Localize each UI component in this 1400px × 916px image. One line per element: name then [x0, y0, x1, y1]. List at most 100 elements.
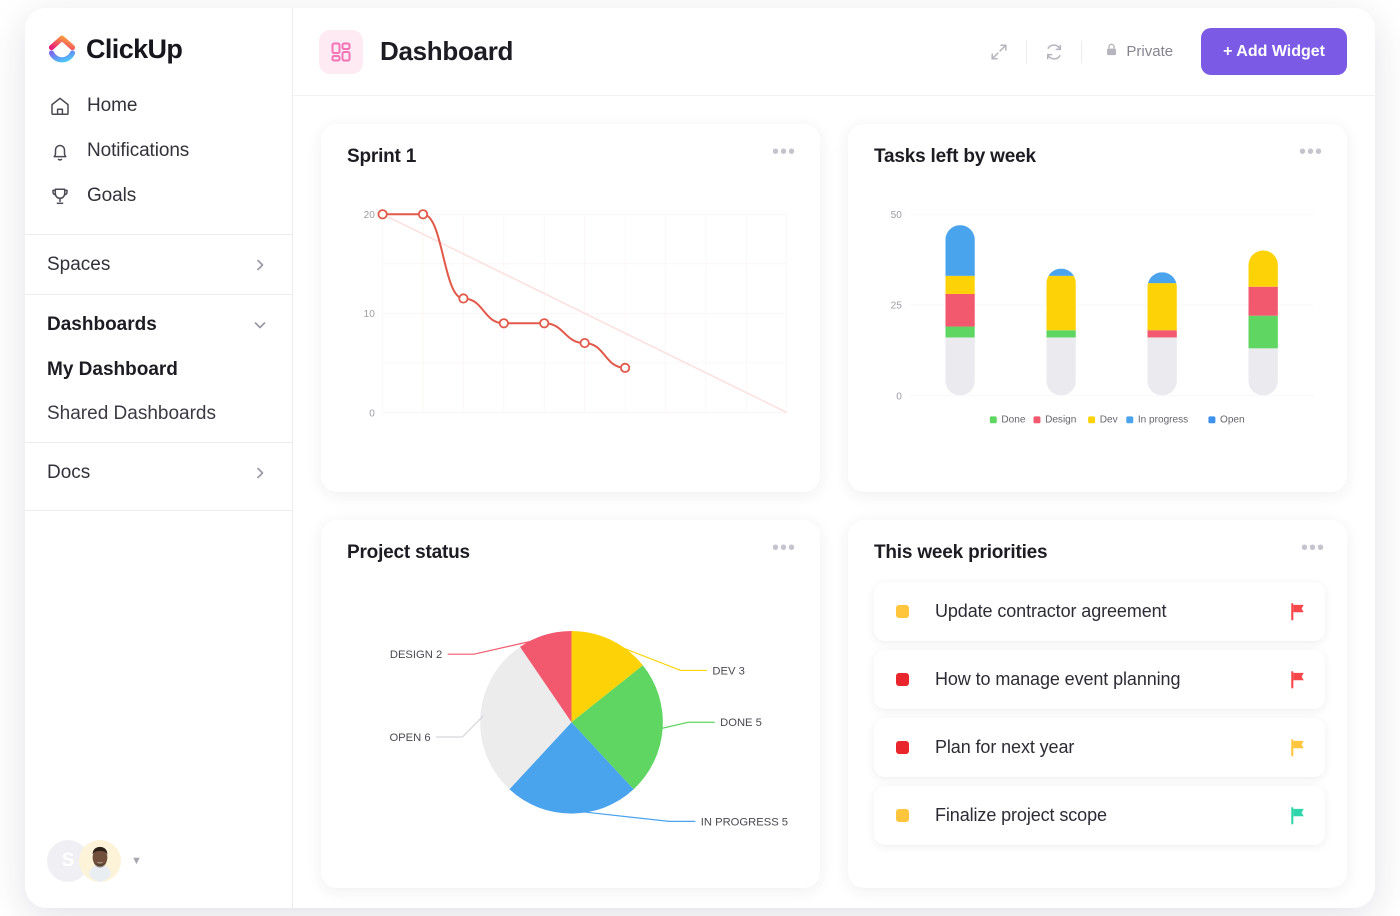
svg-text:10: 10: [364, 309, 376, 320]
expand-arrows-icon[interactable]: [980, 33, 1018, 71]
pie-chart: DEV 3 DONE 5 IN PROGRESS 5 OPEN 6 DESIGN 2: [389, 630, 788, 828]
divider: [1026, 40, 1028, 63]
top-bar-actions: Private + Add Widget: [980, 28, 1347, 75]
svg-text:50: 50: [891, 210, 903, 221]
app-window: ClickUp Home Notifications Goals Spaces …: [25, 8, 1375, 908]
status-square-icon: [896, 741, 909, 754]
flag-icon[interactable]: [1288, 738, 1307, 757]
svg-text:OPEN 6: OPEN 6: [389, 732, 430, 744]
sidebar-section-dashboards[interactable]: Dashboards: [25, 301, 292, 348]
priority-label: Update contractor agreement: [935, 601, 1167, 621]
flag-icon[interactable]: [1288, 602, 1307, 621]
svg-text:Dev: Dev: [1100, 415, 1118, 426]
chevron-right-icon: [252, 257, 268, 273]
top-bar: Dashboard Private + Add Widget: [293, 8, 1375, 96]
more-options-icon[interactable]: •••: [1299, 142, 1323, 162]
primary-nav: Home Notifications Goals: [25, 65, 292, 228]
priority-row[interactable]: Finalize project scope: [874, 786, 1325, 845]
more-options-icon[interactable]: •••: [1301, 538, 1325, 558]
chevron-down-icon: [252, 317, 268, 333]
flag-icon[interactable]: [1288, 670, 1307, 689]
clickup-logo-icon: [47, 35, 77, 65]
sidebar-section-label: Dashboards: [47, 313, 157, 335]
svg-text:DONE 5: DONE 5: [720, 717, 762, 729]
svg-text:Done: Done: [1001, 415, 1025, 426]
priority-row[interactable]: Plan for next year: [874, 718, 1325, 777]
widget-this-week-priorities: This week priorities ••• Update contract…: [848, 520, 1347, 888]
sidebar-subitem-label: My Dashboard: [47, 359, 178, 380]
priority-list: Update contractor agreement How to manage…: [874, 582, 1325, 845]
refresh-icon[interactable]: [1035, 33, 1073, 71]
priority-label: Plan for next year: [935, 737, 1075, 757]
widget-tasks-left-by-week: Tasks left by week ••• 0 25 50 Done Design De…: [848, 124, 1347, 492]
add-widget-button[interactable]: + Add Widget: [1201, 28, 1347, 75]
widget-sprint-burndown: Sprint 1 ••• 0 10 20: [321, 124, 820, 492]
sidebar-item-my-dashboard[interactable]: My Dashboard: [25, 348, 292, 392]
sidebar-item-label: Notifications: [87, 139, 190, 161]
privacy-status[interactable]: Private: [1090, 42, 1187, 61]
status-square-icon: [896, 605, 909, 618]
caret-down-icon[interactable]: ▼: [131, 855, 142, 867]
more-options-icon[interactable]: •••: [772, 538, 796, 558]
home-icon: [49, 95, 71, 117]
widget-grid: Sprint 1 ••• 0 10 20 Tasks left by week ••…: [321, 124, 1347, 888]
svg-text:DEV 3: DEV 3: [712, 665, 744, 677]
page-title: Dashboard: [380, 36, 514, 66]
svg-text:Open: Open: [1220, 415, 1245, 426]
sidebar-subitem-label: Shared Dashboards: [47, 403, 216, 424]
svg-text:0: 0: [896, 391, 902, 402]
avatar-initial-label: S: [61, 850, 75, 871]
trophy-icon: [49, 185, 71, 207]
widget-title: Sprint 1: [347, 146, 417, 167]
stacked-bar-chart: 0 25 50 Done Design Dev In progress Open: [891, 210, 1314, 426]
widget-header: Tasks left by week •••: [874, 142, 1323, 168]
bell-icon: [49, 140, 71, 162]
sidebar-item-notifications[interactable]: Notifications: [25, 128, 292, 173]
chevron-right-icon: [252, 465, 268, 481]
svg-text:IN PROGRESS 5: IN PROGRESS 5: [701, 816, 788, 828]
sidebar-item-label: Home: [87, 94, 138, 116]
more-options-icon[interactable]: •••: [772, 142, 796, 162]
sidebar-section-label: Spaces: [47, 253, 111, 275]
burndown-chart: 0 10 20: [364, 209, 788, 419]
widget-title: This week priorities: [874, 542, 1048, 563]
sidebar: ClickUp Home Notifications Goals Spaces …: [25, 8, 293, 908]
main-area: Dashboard Private + Add Widget Sprint 1 …: [293, 8, 1375, 908]
svg-text:25: 25: [891, 301, 903, 312]
priority-label: Finalize project scope: [935, 805, 1107, 825]
divider: [25, 234, 292, 235]
lock-icon: [1104, 42, 1119, 61]
brand-logo[interactable]: ClickUp: [25, 8, 292, 65]
widget-project-status: Project status ••• DEV 3 DONE 5 IN PROGRES…: [321, 520, 820, 888]
dashboard-content: Sprint 1 ••• 0 10 20 Tasks left by week ••…: [293, 96, 1375, 908]
sidebar-footer: S ▼: [25, 840, 292, 908]
svg-text:In progress: In progress: [1138, 415, 1188, 426]
sidebar-section-spaces[interactable]: Spaces: [25, 241, 292, 288]
divider: [25, 510, 292, 511]
widget-header: This week priorities •••: [874, 538, 1325, 564]
priority-row[interactable]: Update contractor agreement: [874, 582, 1325, 641]
divider: [25, 294, 292, 295]
sidebar-item-label: Goals: [87, 184, 137, 206]
sidebar-section-docs[interactable]: Docs: [25, 449, 292, 496]
widget-title: Tasks left by week: [874, 146, 1036, 167]
divider: [25, 442, 292, 443]
sidebar-item-goals[interactable]: Goals: [25, 173, 292, 218]
divider: [1081, 40, 1083, 63]
flag-icon[interactable]: [1288, 806, 1307, 825]
sidebar-item-home[interactable]: Home: [25, 83, 292, 128]
brand-name: ClickUp: [86, 34, 183, 64]
priority-row[interactable]: How to manage event planning: [874, 650, 1325, 709]
svg-text:DESIGN 2: DESIGN 2: [390, 649, 442, 661]
avatar[interactable]: [79, 840, 121, 882]
dashboard-grid-icon: [319, 29, 363, 74]
svg-text:0: 0: [369, 408, 375, 419]
status-square-icon: [896, 809, 909, 822]
priority-label: How to manage event planning: [935, 669, 1181, 689]
widget-header: Project status •••: [347, 538, 796, 564]
sidebar-item-shared-dashboards[interactable]: Shared Dashboards: [25, 392, 292, 436]
svg-text:Design: Design: [1045, 415, 1076, 426]
sidebar-section-label: Docs: [47, 461, 91, 483]
svg-text:20: 20: [364, 210, 376, 221]
widget-title: Project status: [347, 542, 470, 563]
